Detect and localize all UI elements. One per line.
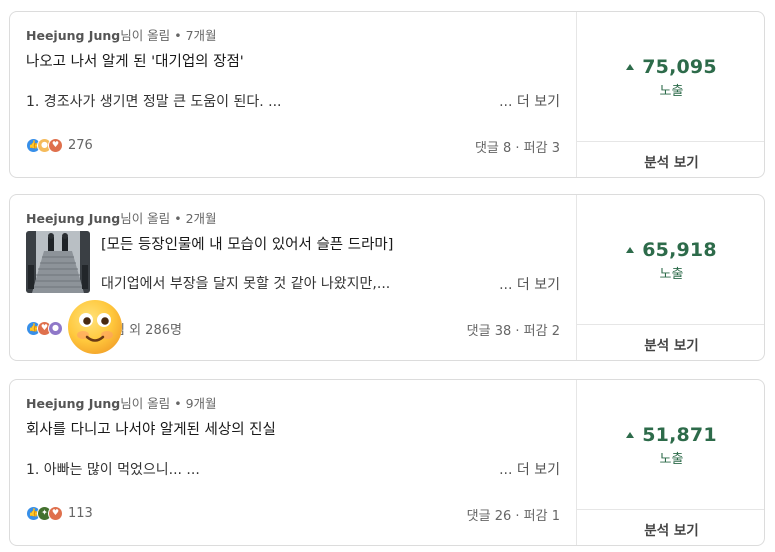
posted-by-text: 님이 올림 [120, 211, 171, 226]
post-excerpt: 대기업에서 부장을 달지 못할 것 같아 나왔지만,... [101, 276, 391, 292]
post-excerpt: 1. 아빠는 많이 먹었으니... ... [26, 462, 200, 478]
post-title[interactable]: [모든 등장인물에 내 모습이 있어서 슬픈 드라마] [101, 233, 393, 254]
support-icon: ● [48, 320, 63, 336]
impressions-label: 노출 [659, 451, 684, 467]
post-content[interactable]: Heejung Jung님이 올림 • 7개월 나오고 나서 알게 된 '대기업의 … [10, 12, 576, 177]
author-name[interactable]: Heejung Jung [26, 211, 120, 226]
impressions-block: 75,095 노출 [577, 12, 764, 142]
post-title[interactable]: 나오고 나서 알게 된 '대기업의 장점' [26, 50, 244, 71]
post-card: Heejung Jung님이 올림 • 7개월 나오고 나서 알게 된 '대기업의 … [9, 11, 765, 178]
reaction-count: 276 [68, 137, 93, 153]
post-analytics-panel: 75,095 노출 분석 보기 [576, 12, 764, 177]
post-analytics-panel: 65,918 노출 분석 보기 [576, 195, 764, 360]
impressions-count: 51,871 [642, 423, 717, 446]
see-more-link[interactable]: ... 더 보기 [499, 91, 560, 111]
post-meta: Heejung Jung님이 올림 • 7개월 [26, 25, 217, 44]
love-icon: ♥ [48, 137, 63, 153]
trend-up-icon [626, 246, 635, 253]
reactions-summary[interactable]: 👍 ✦ ♥ 113 [26, 505, 93, 521]
view-analytics-button[interactable]: 분석 보기 [577, 141, 764, 177]
author-name[interactable]: Heejung Jung [26, 28, 120, 43]
posted-by-text: 님이 올림 [120, 396, 171, 411]
separator-dot: • [174, 211, 182, 226]
comments-shares[interactable]: 댓글 8 · 퍼감 3 [475, 137, 560, 156]
reactions-summary[interactable]: 👍 ● ♥ 276 [26, 137, 93, 153]
comments-shares[interactable]: 댓글 26 · 퍼감 1 [467, 505, 560, 524]
impressions-label: 노출 [659, 83, 684, 99]
love-icon: ♥ [48, 505, 63, 521]
comments-shares[interactable]: 댓글 38 · 퍼감 2 [467, 320, 560, 339]
impressions-count: 75,095 [642, 55, 717, 78]
impressions-block: 51,871 노출 [577, 380, 764, 510]
view-analytics-button[interactable]: 분석 보기 [577, 509, 764, 545]
time-ago: 2개월 [185, 211, 217, 226]
trend-up-icon [626, 63, 635, 70]
trend-up-icon [626, 431, 635, 438]
post-card: Heejung Jung님이 올림 • 9개월 회사를 다니고 나서야 알게된 세상… [9, 379, 765, 546]
thumbnail-image [26, 231, 90, 293]
impressions-block: 65,918 노출 [577, 195, 764, 325]
impressions-label: 노출 [659, 266, 684, 282]
author-name[interactable]: Heejung Jung [26, 396, 120, 411]
time-ago: 7개월 [185, 28, 217, 43]
smiley-face-emoji-icon [67, 299, 123, 355]
see-more-link[interactable]: ... 더 보기 [499, 459, 560, 479]
reaction-count: 님 외 286명 [113, 322, 182, 338]
posted-by-text: 님이 올림 [120, 28, 171, 43]
post-thumbnail[interactable] [26, 231, 90, 293]
post-meta: Heejung Jung님이 올림 • 2개월 [26, 208, 217, 227]
see-more-link[interactable]: ... 더 보기 [499, 274, 560, 294]
view-analytics-button[interactable]: 분석 보기 [577, 324, 764, 360]
post-meta: Heejung Jung님이 올림 • 9개월 [26, 393, 217, 412]
reaction-count: 113 [68, 505, 93, 521]
separator-dot: • [174, 28, 182, 43]
post-content[interactable]: Heejung Jung님이 올림 • 9개월 회사를 다니고 나서야 알게된 세상… [10, 380, 576, 545]
separator-dot: • [174, 396, 182, 411]
time-ago: 9개월 [185, 396, 217, 411]
post-analytics-panel: 51,871 노출 분석 보기 [576, 380, 764, 545]
post-title[interactable]: 회사를 다니고 나서야 알게된 세상의 진실 [26, 418, 276, 439]
post-excerpt: 1. 경조사가 생기면 정말 큰 도움이 된다. ... [26, 94, 282, 110]
impressions-count: 65,918 [642, 238, 717, 261]
